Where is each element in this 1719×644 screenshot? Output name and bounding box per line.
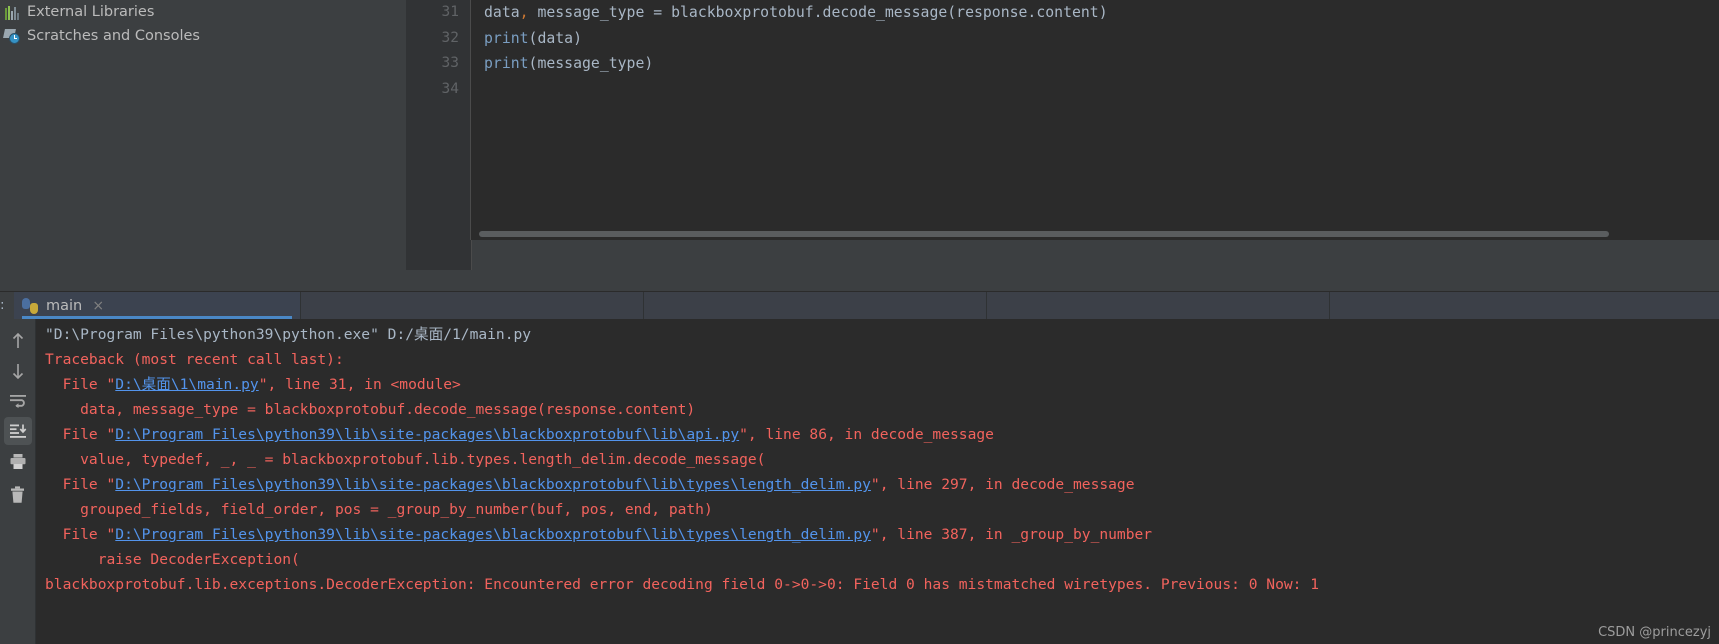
console-line: value, typedef, _, _ = blackboxprotobuf.…	[37, 447, 1719, 472]
code-line: print(message_type)	[471, 51, 1719, 77]
console-line: File "D:\Program Files\python39\lib\site…	[37, 472, 1719, 497]
console-segment: blackboxprotobuf.lib.exceptions.DecoderE…	[45, 576, 1319, 593]
console-toolbar-button-up[interactable]	[4, 327, 32, 355]
console-line: grouped_fields, field_order, pos = _grou…	[37, 497, 1719, 522]
console-line: raise DecoderException(	[37, 547, 1719, 572]
console-segment: File "	[45, 426, 116, 443]
console-file-link[interactable]: D:\桌面\1\main.py	[115, 376, 258, 393]
console-file-link[interactable]: D:\Program Files\python39\lib\site-packa…	[115, 426, 739, 443]
console-line: "D:\Program Files\python39\python.exe" D…	[37, 322, 1719, 347]
tabbar-segment	[1329, 292, 1719, 319]
console-segment: ", line 31, in <module>	[258, 376, 461, 393]
tabbar-segment	[986, 292, 1329, 319]
trash-icon	[9, 486, 26, 504]
code-token: message_type = blackboxprotobuf.decode_m…	[528, 4, 1108, 21]
line-number: 33	[441, 55, 459, 71]
console-line: Traceback (most recent call last):	[37, 347, 1719, 372]
code-line: data, message_type = blackboxprotobuf.de…	[471, 0, 1719, 26]
console-file-link[interactable]: D:\Program Files\python39\lib\site-packa…	[115, 476, 871, 493]
console-segment: raise DecoderException(	[45, 551, 300, 568]
console-segment: File "	[45, 376, 116, 393]
soft-wrap-icon	[9, 393, 27, 409]
run-tool-window-tabbar: : main ×	[0, 292, 1719, 319]
console-segment: value, typedef, _, _ = blackboxprotobuf.…	[45, 451, 766, 468]
console-line: File "D:\Program Files\python39\lib\site…	[37, 422, 1719, 447]
console-segment: File "	[45, 476, 116, 493]
tabbar-segment	[643, 292, 986, 319]
tree-item-label: External Libraries	[27, 4, 155, 20]
watermark: CSDN @princezyj	[1598, 625, 1711, 640]
console-segment: data, message_type = blackboxprotobuf.de…	[45, 401, 696, 418]
tree-item-external-libraries[interactable]: External Libraries	[0, 0, 406, 24]
console-output[interactable]: "D:\Program Files\python39\python.exe" D…	[37, 319, 1719, 644]
console-toolbar-button-down[interactable]	[4, 357, 32, 385]
editor-gutter[interactable]: 31 32 33 34	[406, 0, 471, 270]
editor-code-area[interactable]: data, message_type = blackboxprotobuf.de…	[471, 0, 1719, 233]
code-token: (data)	[528, 29, 582, 47]
top-area: External Libraries Scratches and Console…	[0, 0, 1719, 270]
arrow-up-icon	[10, 332, 26, 350]
run-window-label: :	[0, 297, 5, 313]
console-line: data, message_type = blackboxprotobuf.de…	[37, 397, 1719, 422]
project-tool-window[interactable]: External Libraries Scratches and Console…	[0, 0, 406, 270]
run-tab-label: main	[46, 297, 83, 314]
console-segment: Traceback (most recent call last):	[45, 351, 344, 368]
console-toolbar-button-clear-all[interactable]	[4, 481, 32, 509]
console-file-link[interactable]: D:\Program Files\python39\lib\site-packa…	[115, 526, 871, 543]
scroll-to-end-icon	[9, 423, 27, 439]
editor-horizontal-scrollbar[interactable]	[471, 228, 1719, 239]
run-tab-main[interactable]: main ×	[14, 292, 300, 319]
code-line: print(data)	[471, 26, 1719, 52]
ide-window: External Libraries Scratches and Console…	[0, 0, 1719, 644]
tree-item-label: Scratches and Consoles	[27, 28, 200, 44]
console-toolbar-button-scroll-to-end[interactable]	[3, 417, 32, 445]
console-segment: ", line 297, in decode_message	[870, 476, 1135, 493]
external-libraries-icon	[4, 5, 21, 20]
editor-bottom-gutter	[406, 240, 472, 270]
python-file-icon	[22, 297, 38, 314]
scrollbar-thumb[interactable]	[479, 231, 1609, 237]
printer-icon	[9, 453, 27, 470]
code-token: print	[484, 55, 529, 72]
tree-item-scratches-and-consoles[interactable]: Scratches and Consoles	[0, 24, 406, 48]
console-toolbar	[0, 319, 36, 644]
console-line: File "D:\桌面\1\main.py", line 31, in <mod…	[37, 372, 1719, 397]
console-line: File "D:\Program Files\python39\lib\site…	[37, 522, 1719, 547]
code-token: print	[484, 29, 529, 47]
code-token: (message_type)	[528, 55, 654, 72]
line-number: 34	[441, 80, 459, 97]
console-segment: "D:\Program Files\python39\python.exe" D…	[45, 326, 532, 343]
arrow-down-icon	[10, 362, 26, 380]
code-token: ,	[519, 4, 529, 21]
console-segment: grouped_fields, field_order, pos = _grou…	[45, 501, 713, 518]
code-editor[interactable]: 31 32 33 34 data, message_type = blackbo…	[406, 0, 1719, 270]
console-segment: File "	[45, 526, 116, 543]
close-icon[interactable]: ×	[92, 299, 104, 313]
console-line: blackboxprotobuf.lib.exceptions.DecoderE…	[37, 572, 1719, 597]
editor-bottom-strip	[406, 240, 1719, 270]
code-token: data	[484, 4, 520, 21]
console-segment: ", line 86, in decode_message	[739, 426, 994, 443]
console-toolbar-button-print[interactable]	[4, 447, 32, 475]
console-toolbar-button-soft-wrap[interactable]	[4, 387, 32, 415]
tabbar-segment	[300, 292, 643, 319]
run-console: "D:\Program Files\python39\python.exe" D…	[0, 319, 1719, 644]
scratches-and-consoles-icon	[3, 28, 21, 44]
console-segment: ", line 387, in _group_by_number	[870, 526, 1153, 543]
line-number: 31	[441, 4, 459, 20]
line-number: 32	[441, 29, 459, 46]
